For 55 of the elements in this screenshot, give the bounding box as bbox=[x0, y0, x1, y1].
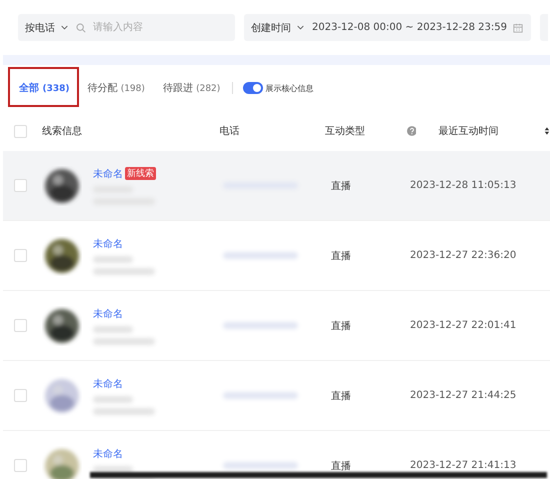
lead-name[interactable]: 未命名 bbox=[93, 236, 123, 250]
help-icon bbox=[406, 126, 416, 136]
checkbox[interactable] bbox=[14, 389, 27, 402]
table-row[interactable]: 未命名 新线索 直播 2023-12-28 11:05:13 bbox=[3, 151, 550, 221]
blurred-text bbox=[93, 408, 155, 414]
table-cell-text: 直播 bbox=[331, 250, 352, 262]
blurred-text bbox=[93, 268, 155, 274]
blurred-text bbox=[93, 256, 133, 262]
filter-tab[interactable]: 待跟进 (282) bbox=[162, 81, 220, 95]
blurred-text bbox=[93, 396, 133, 402]
blurred-text bbox=[93, 338, 155, 344]
blurred-text bbox=[93, 466, 133, 472]
checkbox[interactable] bbox=[14, 319, 27, 332]
table-row[interactable]: 未命名 直播 2023-12-27 21:44:25 bbox=[3, 361, 550, 431]
date-range-value: 2023-12-08 00:00 ~ 2023-12-28 23:59 bbox=[312, 22, 508, 33]
filter-tab[interactable]: 待分配 (198) bbox=[88, 81, 145, 95]
table-row[interactable]: 未命名 直播 2023-12-27 22:36:20 bbox=[3, 221, 550, 291]
search-by-dropdown[interactable]: 按电话 bbox=[25, 20, 55, 34]
checkbox[interactable] bbox=[14, 124, 27, 138]
column-header: 线索信息 bbox=[42, 124, 83, 138]
calendar-icon bbox=[513, 22, 523, 32]
blurred-text bbox=[93, 326, 133, 332]
checkbox[interactable] bbox=[14, 459, 27, 472]
table-cell-text: 2023-12-27 21:41:13 bbox=[410, 460, 518, 471]
table-cell-text: 直播 bbox=[331, 390, 352, 402]
column-header: 互动类型 bbox=[325, 124, 366, 138]
lead-name[interactable]: 未命名 bbox=[93, 166, 123, 180]
table-cell-text: 2023-12-27 22:36:20 bbox=[410, 250, 518, 261]
checkbox[interactable] bbox=[14, 179, 27, 192]
lead-name[interactable]: 未命名 bbox=[93, 306, 123, 320]
highlight-frame bbox=[8, 67, 79, 107]
sort-icon[interactable] bbox=[544, 127, 550, 135]
checkbox[interactable] bbox=[14, 249, 27, 262]
search-field[interactable]: 按电话 请输入内容 bbox=[18, 14, 235, 41]
toggle-switch[interactable] bbox=[243, 82, 264, 94]
caret-icon bbox=[61, 25, 68, 30]
caret-icon bbox=[297, 25, 304, 30]
filter-tab[interactable]: 全部 (338) bbox=[19, 81, 70, 95]
table-cell-text: 2023-12-28 11:05:13 bbox=[410, 180, 518, 191]
column-header: 最近互动时间 bbox=[438, 124, 500, 138]
date-range-field[interactable]: 创建时间 2023-12-08 00:00 ~ 2023-12-28 23:59 bbox=[244, 14, 531, 41]
toggle-label: 展示核心信息 bbox=[265, 82, 314, 94]
table-cell-text: 2023-12-27 21:44:25 bbox=[410, 390, 518, 401]
search-input[interactable]: 请输入内容 bbox=[91, 21, 215, 34]
lead-name[interactable]: 未命名 bbox=[93, 376, 123, 390]
table-cell-text: 直播 bbox=[331, 180, 352, 192]
column-header: 电话 bbox=[219, 124, 240, 138]
new-lead-tag: 新线索 bbox=[125, 167, 156, 180]
search-icon bbox=[76, 22, 86, 32]
table-cell-text: 直播 bbox=[331, 460, 352, 472]
table-row[interactable]: 未命名 直播 2023-12-27 22:01:41 bbox=[3, 291, 550, 361]
date-by-dropdown[interactable]: 创建时间 bbox=[251, 20, 291, 34]
lead-name[interactable]: 未命名 bbox=[93, 446, 123, 460]
table-cell-text: 2023-12-27 22:01:41 bbox=[410, 320, 518, 331]
table-cell-text: 直播 bbox=[331, 320, 352, 332]
